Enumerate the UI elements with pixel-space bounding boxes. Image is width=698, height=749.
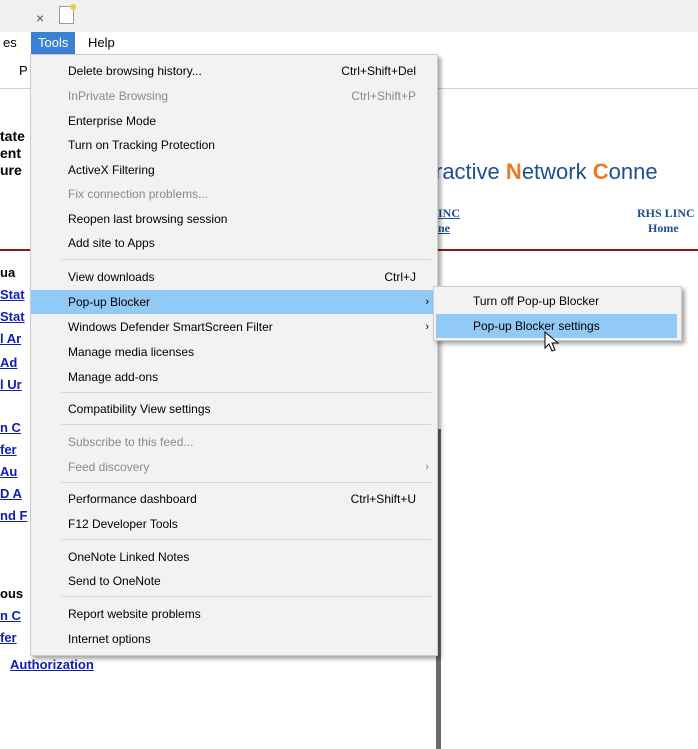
menu-item-reopen-session[interactable]: Reopen last browsing session xyxy=(31,207,437,231)
site-title-part: etwork xyxy=(521,159,593,184)
nav-fragment: ua xyxy=(0,265,16,280)
menu-item-shortcut: Ctrl+Shift+Del xyxy=(341,64,416,78)
tools-menu: Delete browsing history... Ctrl+Shift+Del… xyxy=(30,54,438,656)
menu-item-label: OneNote Linked Notes xyxy=(68,550,190,564)
menu-item-subscribe-feed[interactable]: Subscribe to this feed... xyxy=(31,430,437,454)
menu-item-label: Enterprise Mode xyxy=(68,114,157,128)
menu-item-send-to-onenote[interactable]: Send to OneNote xyxy=(31,569,437,593)
menu-item-label: Send to OneNote xyxy=(68,574,161,588)
menu-item-label: Performance dashboard xyxy=(68,492,197,506)
menu-separator xyxy=(61,482,431,483)
menu-item-shortcut: Ctrl+J xyxy=(384,270,416,284)
site-title-part: onne xyxy=(608,159,658,184)
submenu-arrow-icon: › xyxy=(425,461,429,473)
nav-link[interactable]: Au xyxy=(0,464,17,479)
menu-tools[interactable]: Tools xyxy=(31,32,76,54)
menu-bar: es Tools Help xyxy=(0,32,698,54)
menu-item-label: Reopen last browsing session xyxy=(68,212,228,226)
rhs-linc-link[interactable]: RHS LINC xyxy=(637,206,695,221)
nav-link[interactable]: Stat xyxy=(0,287,25,302)
menu-item-label: Turn on Tracking Protection xyxy=(68,138,215,152)
menu-item-label: Manage add-ons xyxy=(68,370,159,384)
new-tab-icon[interactable] xyxy=(59,4,76,24)
menu-item-label: ActiveX Filtering xyxy=(68,163,155,177)
submenu-arrow-icon: › xyxy=(425,321,429,333)
nav-link[interactable]: nd F xyxy=(0,508,27,523)
header-fragment: ure xyxy=(0,162,22,178)
menu-item-label: Manage media licenses xyxy=(68,345,195,359)
menu-item-label: Turn off Pop-up Blocker xyxy=(473,294,600,308)
nav-link[interactable]: Stat xyxy=(0,309,25,324)
menu-item-label: Internet options xyxy=(68,632,151,646)
site-title-letter: N xyxy=(505,159,522,184)
menu-item-performance-dashboard[interactable]: Performance dashboard Ctrl+Shift+U xyxy=(31,487,437,511)
nav-link[interactable]: l Ur xyxy=(0,377,22,392)
menu-item-activex-filtering[interactable]: ActiveX Filtering xyxy=(31,158,437,182)
header-fragment: tate xyxy=(0,128,25,144)
header-fragment: ent xyxy=(0,145,21,161)
menu-item-label: Subscribe to this feed... xyxy=(68,435,194,449)
menu-item-feed-discovery[interactable]: Feed discovery › xyxy=(31,455,437,479)
submenu-item-turn-off-popup-blocker[interactable]: Turn off Pop-up Blocker xyxy=(436,289,677,313)
menu-item-media-licenses[interactable]: Manage media licenses xyxy=(31,340,437,364)
menu-item-add-site-to-apps[interactable]: Add site to Apps xyxy=(31,231,437,255)
menu-item-label: Windows Defender SmartScreen Filter xyxy=(68,320,273,334)
menu-item-smartscreen-filter[interactable]: Windows Defender SmartScreen Filter › xyxy=(31,315,437,339)
inc-link[interactable]: INC xyxy=(438,206,460,221)
menu-item-label: Feed discovery xyxy=(68,460,150,474)
nav-link[interactable]: l Ar xyxy=(0,331,21,346)
rhs-home-link[interactable]: Home xyxy=(648,221,679,236)
menu-item-label: Add site to Apps xyxy=(68,236,155,250)
menu-help[interactable]: Help xyxy=(81,32,122,54)
menu-item-report-website-problems[interactable]: Report website problems xyxy=(31,602,437,626)
menu-item-shortcut: Ctrl+Shift+P xyxy=(351,89,416,103)
nav-fragment: ous xyxy=(0,586,24,601)
nav-link[interactable]: n C xyxy=(0,420,21,435)
menu-item-onenote-linked-notes[interactable]: OneNote Linked Notes xyxy=(31,545,437,569)
site-title: ractive Network Conne xyxy=(435,159,658,185)
menu-files[interactable]: es xyxy=(0,32,24,54)
menu-separator xyxy=(61,424,431,425)
menu-item-label: Compatibility View settings xyxy=(68,402,211,416)
menu-item-label: Report website problems xyxy=(68,607,201,621)
authorization-link[interactable]: Authorization xyxy=(10,657,94,672)
nav-link[interactable]: fer xyxy=(0,630,17,645)
nav-link[interactable]: fer xyxy=(0,442,17,457)
menu-item-tracking-protection[interactable]: Turn on Tracking Protection xyxy=(31,133,437,157)
menu-item-label: Pop-up Blocker xyxy=(68,295,151,309)
tab-strip: × xyxy=(0,0,698,32)
menu-item-label: Fix connection problems... xyxy=(68,187,209,201)
mouse-cursor-icon xyxy=(544,331,560,352)
menu-separator xyxy=(61,596,431,597)
menu-separator xyxy=(61,539,431,540)
menu-item-label: View downloads xyxy=(68,270,155,284)
menu-item-inprivate-browsing[interactable]: InPrivate Browsing Ctrl+Shift+P xyxy=(31,84,437,108)
site-title-letter: C xyxy=(592,159,609,184)
menu-item-label: Delete browsing history... xyxy=(68,64,202,78)
menu-item-fix-connection[interactable]: Fix connection problems... xyxy=(31,182,437,206)
menu-separator xyxy=(61,392,431,393)
menu-item-view-downloads[interactable]: View downloads Ctrl+J xyxy=(31,265,437,289)
favorites-item[interactable]: P xyxy=(19,63,28,78)
nav-link[interactable]: Ad xyxy=(0,355,17,370)
inc-home-link[interactable]: ne xyxy=(438,221,450,236)
menu-item-delete-browsing-history[interactable]: Delete browsing history... Ctrl+Shift+Del xyxy=(31,59,437,83)
menu-item-label: Pop-up Blocker settings xyxy=(473,319,600,333)
menu-item-internet-options[interactable]: Internet options xyxy=(31,627,437,651)
menu-item-popup-blocker[interactable]: Pop-up Blocker › xyxy=(31,290,437,314)
menu-separator xyxy=(61,259,431,260)
menu-item-compatibility-view[interactable]: Compatibility View settings xyxy=(31,397,437,421)
menu-item-label: InPrivate Browsing xyxy=(68,89,169,103)
tab-close-icon[interactable]: × xyxy=(36,10,44,26)
menu-item-label: F12 Developer Tools xyxy=(68,517,178,531)
site-title-part: ractive xyxy=(435,159,506,184)
menu-item-manage-addons[interactable]: Manage add-ons xyxy=(31,365,437,389)
submenu-arrow-icon: › xyxy=(425,296,429,308)
nav-link[interactable]: D A xyxy=(0,486,22,501)
nav-link[interactable]: n C xyxy=(0,608,21,623)
menu-item-f12-developer-tools[interactable]: F12 Developer Tools xyxy=(31,512,437,536)
menu-item-shortcut: Ctrl+Shift+U xyxy=(350,492,416,506)
menu-item-enterprise-mode[interactable]: Enterprise Mode xyxy=(31,109,437,133)
